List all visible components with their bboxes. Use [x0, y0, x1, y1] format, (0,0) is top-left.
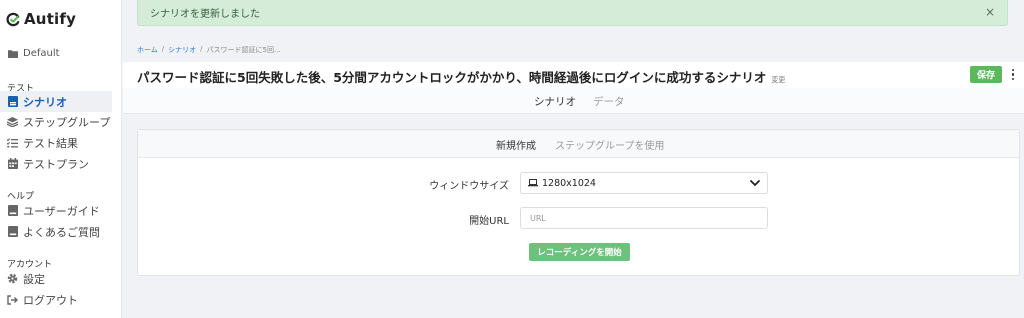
- sidebar-item-label: テストプラン: [23, 157, 89, 171]
- sidebar: Autify Default テスト シナリオ ステップグループ テスト結果 テ…: [0, 0, 122, 318]
- breadcrumb-home[interactable]: ホーム: [137, 45, 158, 55]
- window-size-value: 1280x1024: [542, 177, 596, 189]
- layers-icon: [7, 116, 18, 127]
- sidebar-item-label: ユーザーガイド: [23, 204, 100, 218]
- sidebar-item-label: テスト結果: [23, 136, 78, 150]
- breadcrumb-scenario[interactable]: シナリオ: [168, 45, 196, 55]
- sidebar-item-scenario[interactable]: シナリオ: [0, 91, 112, 112]
- calendar-icon: [7, 158, 18, 169]
- sidebar-item-label: 設定: [23, 272, 45, 286]
- recording-card: 新規作成 ステップグループを使用 ウィンドウサイズ 1280x1024 開始UR…: [137, 129, 1020, 276]
- logout-icon: [7, 294, 18, 305]
- checklist-icon: [7, 137, 18, 148]
- sidebar-item-test-plan[interactable]: テストプラン: [0, 153, 112, 174]
- more-options-icon[interactable]: [1010, 66, 1016, 83]
- sidebar-item-label: ステップグループ: [23, 115, 111, 129]
- scenario-icon: [7, 96, 18, 107]
- project-selector[interactable]: Default: [0, 43, 112, 64]
- change-title-link[interactable]: 変更: [771, 76, 785, 84]
- scenario-tabs: シナリオ データ: [123, 88, 1024, 114]
- breadcrumb: ホーム / シナリオ / パスワード認証に5回...: [137, 45, 281, 55]
- main-content: シナリオを更新しました × ホーム / シナリオ / パスワード認証に5回...…: [123, 0, 1024, 318]
- brand-name: Autify: [24, 10, 77, 28]
- chevron-down-icon: [750, 180, 760, 186]
- tab-scenario[interactable]: シナリオ: [534, 94, 576, 109]
- book-icon: [7, 226, 18, 237]
- window-size-label: ウィンドウサイズ: [429, 181, 509, 192]
- project-name: Default: [23, 48, 60, 59]
- book-icon: [7, 205, 18, 216]
- sidebar-item-test-results[interactable]: テスト結果: [0, 132, 112, 153]
- start-url-input[interactable]: [520, 207, 768, 229]
- sidebar-item-step-group[interactable]: ステップグループ: [0, 111, 112, 132]
- card-tabs: 新規作成 ステップグループを使用: [138, 130, 1019, 158]
- close-icon[interactable]: ×: [985, 6, 995, 18]
- sidebar-item-logout[interactable]: ログアウト: [0, 289, 112, 310]
- start-recording-button[interactable]: レコーディングを開始: [529, 243, 630, 261]
- sidebar-item-faq[interactable]: よくあるご質問: [0, 221, 112, 242]
- breadcrumb-separator: /: [161, 45, 165, 53]
- sidebar-item-label: ログアウト: [23, 293, 78, 307]
- sidebar-item-label: よくあるご質問: [23, 225, 100, 239]
- breadcrumb-separator: /: [200, 45, 203, 53]
- success-alert: シナリオを更新しました ×: [137, 0, 1008, 26]
- tab-new[interactable]: 新規作成: [496, 137, 536, 152]
- tab-data[interactable]: データ: [593, 94, 625, 109]
- breadcrumb-current: パスワード認証に5回...: [206, 46, 281, 54]
- sidebar-item-label: シナリオ: [23, 95, 67, 109]
- folder-icon: [7, 48, 18, 59]
- page-title: パスワード認証に5回失敗した後、5分間アカウントロックがかかり、時間経過後にログ…: [137, 67, 785, 86]
- laptop-icon: [528, 179, 538, 187]
- sidebar-item-user-guide[interactable]: ユーザーガイド: [0, 200, 112, 221]
- logo[interactable]: Autify: [6, 10, 76, 28]
- save-button[interactable]: 保存: [970, 66, 1002, 83]
- gear-icon: [7, 273, 18, 284]
- title-bar: パスワード認証に5回失敗した後、5分間アカウントロックがかかり、時間経過後にログ…: [123, 62, 1024, 88]
- window-size-select[interactable]: 1280x1024: [520, 172, 768, 194]
- tab-use-step-group[interactable]: ステップグループを使用: [555, 137, 664, 152]
- autify-logo-icon: [6, 12, 20, 26]
- start-url-label: 開始URL: [469, 216, 509, 227]
- scenario-title: パスワード認証に5回失敗した後、5分間アカウントロックがかかり、時間経過後にログ…: [137, 70, 767, 85]
- alert-message: シナリオを更新しました: [150, 9, 260, 20]
- sidebar-item-settings[interactable]: 設定: [0, 268, 112, 289]
